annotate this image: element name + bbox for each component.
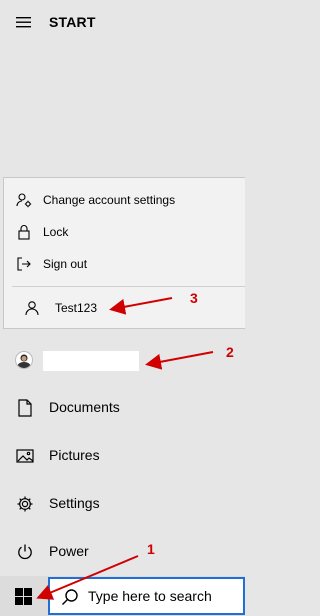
document-icon [16,399,34,417]
pictures-button[interactable]: Pictures [0,436,245,476]
sign-out-label: Sign out [43,257,88,271]
avatar-icon [15,351,33,369]
sign-out-item[interactable]: Sign out [4,250,245,278]
search-placeholder: Type here to search [88,588,212,604]
start-title: START [49,14,96,30]
documents-label: Documents [49,399,120,415]
power-label: Power [49,543,89,559]
switch-user-item[interactable]: Test123 [4,294,245,322]
account-popup-menu: Change account settings Lock Sign out Te… [3,177,245,329]
lock-item[interactable]: Lock [4,218,245,246]
gear-icon [16,495,34,513]
lock-icon [16,224,32,240]
taskbar: Type here to search [0,576,245,616]
user-account-button[interactable] [0,344,245,376]
power-icon [16,543,34,561]
lock-label: Lock [43,225,69,239]
picture-icon [16,447,34,465]
documents-button[interactable]: Documents [0,388,245,428]
pictures-label: Pictures [49,447,100,463]
user-name-field [43,351,139,371]
popup-divider [12,286,245,287]
search-icon [61,588,79,606]
hamburger-icon[interactable] [15,14,33,30]
person-icon [24,300,40,316]
sign-out-icon [16,256,32,272]
change-account-settings-item[interactable]: Change account settings [4,186,245,214]
settings-label: Settings [49,495,100,511]
settings-button[interactable]: Settings [0,484,245,524]
power-button[interactable]: Power [0,532,245,572]
change-account-settings-label: Change account settings [43,193,176,207]
start-button[interactable] [0,576,46,616]
account-settings-icon [16,192,32,208]
switch-user-label: Test123 [55,301,98,315]
search-input[interactable]: Type here to search [48,577,245,615]
